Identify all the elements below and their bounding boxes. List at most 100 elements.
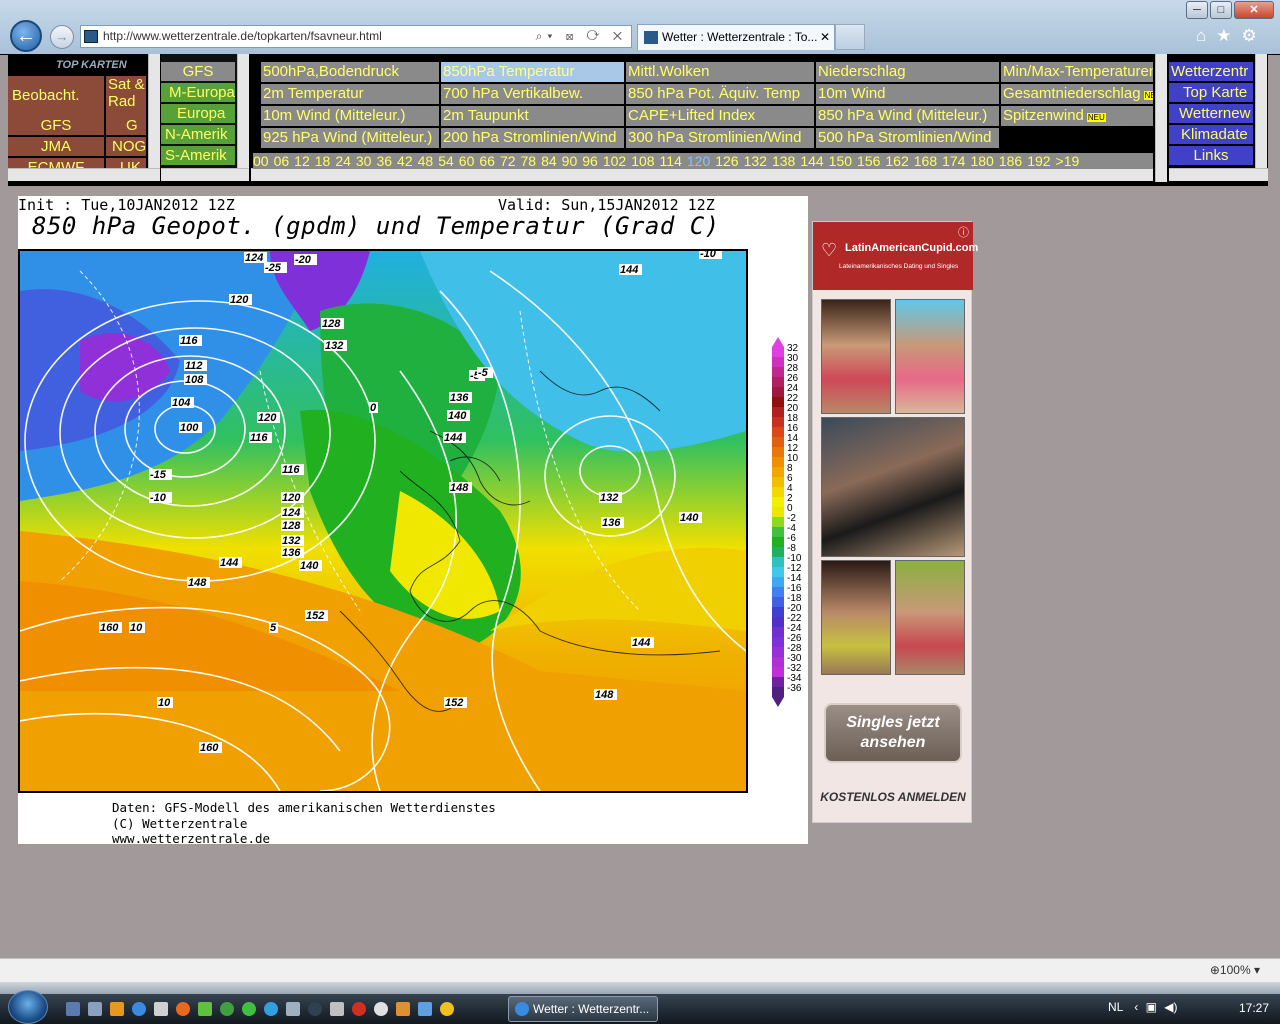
nav-frame4-hscroll[interactable] [1169,168,1268,181]
region-link-n-amerika[interactable]: N-Amerik [161,125,235,144]
map-type-link-3-1[interactable]: 200 hPa Stromlinien/Wind [441,128,624,148]
map-type-link-3-3[interactable]: 500 hPa Stromlinien/Wind [816,128,999,148]
app-icon-8[interactable] [396,1002,410,1016]
forecast-hour-link[interactable]: 12 [294,153,310,169]
forecast-hour-link[interactable]: 138 [772,153,795,169]
app-icon-9[interactable] [418,1002,432,1016]
new-tab-button[interactable] [835,24,865,50]
home-icon[interactable]: ⌂ [1196,26,1216,45]
forecast-hour-link[interactable]: 102 [603,153,626,169]
forecast-hour-link[interactable]: 06 [274,153,290,169]
nav-frame3-scrollbar[interactable] [1155,54,1167,182]
app-icon-5[interactable] [330,1002,344,1016]
forecast-hour-link[interactable]: 36 [376,153,392,169]
forecast-hour-link[interactable]: 120 [687,153,710,169]
region-link-s-amerika[interactable]: S-Amerik [161,146,235,165]
forecast-hour-link[interactable]: 168 [914,153,937,169]
app-icon-7[interactable] [374,1002,388,1016]
ad-info-icon[interactable]: ⓘ [958,224,969,240]
network-icon[interactable]: ▣ [1146,1000,1157,1014]
map-type-link-0-4[interactable]: Min/Max-Temperaturen [1001,62,1153,82]
taskbar-item-browser[interactable]: Wetter : Wetterzentr... [508,996,658,1022]
forecast-hour-link[interactable]: 72 [500,153,516,169]
singles-ansehen-button[interactable]: Singles jetzt ansehen [824,703,962,763]
tab-close-icon[interactable]: ✕ [820,25,830,49]
close-window-button[interactable]: ✕ [1234,1,1274,19]
region-link-m-europa[interactable]: M-Europa [161,83,235,102]
forecast-hour-link[interactable]: 00 [253,153,269,169]
forecast-hour-link[interactable]: 144 [800,153,823,169]
nav-link-ecmwf[interactable]: ECMWF [8,158,104,168]
maximize-button[interactable]: □ [1210,1,1232,19]
ad-photo-2[interactable] [895,299,965,414]
forecast-hour-link[interactable]: 114 [660,153,682,169]
site-link-klimadaten[interactable]: Klimadate [1169,125,1253,144]
address-bar[interactable]: http://www.wetterzentrale.de/topkarten/f… [80,25,632,48]
forecast-hour-link[interactable]: 90 [562,153,578,169]
map-type-link-2-1[interactable]: 2m Taupunkt [441,106,624,126]
forecast-hour-link[interactable]: >19 [1056,153,1080,169]
forecast-hour-link[interactable]: 96 [582,153,598,169]
favorites-icon[interactable]: ★ [1216,26,1241,45]
forecast-hour-link[interactable]: 42 [397,153,413,169]
nav-link-jma[interactable]: JMA [8,137,104,156]
site-link-wetternews[interactable]: Wetternew [1169,104,1253,123]
forecast-hour-link[interactable]: 30 [356,153,372,169]
map-type-link-2-2[interactable]: CAPE+Lifted Index [626,106,814,126]
nav-frame2-scrollbar[interactable] [237,54,249,168]
internet-explorer-icon[interactable] [132,1002,146,1016]
utorrent-icon[interactable] [220,1002,234,1016]
app-icon-2[interactable] [242,1002,256,1016]
forecast-hour-link[interactable]: 66 [479,153,495,169]
map-type-link-0-0[interactable]: 500hPa,Bodendruck [261,62,439,82]
nav-frame3-hscroll[interactable] [251,168,1153,181]
firefox-icon[interactable] [176,1002,190,1016]
forecast-hour-link[interactable]: 78 [521,153,537,169]
forecast-hour-link[interactable]: 60 [459,153,475,169]
map-type-link-0-2[interactable]: Mittl.Wolken [626,62,814,82]
tools-icon[interactable]: ⚙ [1242,26,1267,45]
nav-link-noaa[interactable]: NOG [106,137,146,156]
app-icon-6[interactable] [352,1002,366,1016]
forecast-hour-link[interactable]: 192 [1027,153,1050,169]
kostenlos-anmelden-link[interactable]: KOSTENLOS ANMELDEN [813,790,973,804]
language-indicator[interactable]: NL [1108,1000,1123,1014]
zoom-level[interactable]: ⊕100% ▾ [1210,963,1260,977]
clock[interactable]: 17:27 [1239,1001,1269,1015]
map-type-link-0-3[interactable]: Niederschlag [816,62,999,82]
ad-photo-3[interactable] [821,417,965,557]
forecast-hour-link[interactable]: 84 [541,153,557,169]
nav-link-ukmo[interactable]: UK [106,158,146,168]
site-link-wetterzentrale[interactable]: Wetterzentr [1169,62,1253,81]
smiley-icon[interactable] [440,1002,454,1016]
nav-link-beobacht[interactable]: Beobacht. [8,76,104,116]
map-type-link-1-0[interactable]: 2m Temperatur [261,84,439,104]
map-type-link-2-3[interactable]: 850 hPa Wind (Mitteleur.) [816,106,999,126]
back-button[interactable]: ← [10,20,42,52]
switch-windows-icon[interactable] [88,1002,102,1016]
forecast-hour-link[interactable]: 108 [631,153,654,169]
nav-frame4-scrollbar[interactable] [1255,54,1267,168]
minimize-button[interactable]: ─ [1186,1,1208,19]
site-link-top-karten[interactable]: Top Karte [1169,83,1253,102]
forecast-hour-link[interactable]: 126 [715,153,738,169]
skype-icon[interactable] [264,1002,278,1016]
map-type-link-0-1[interactable]: 850hPa Temperatur [441,62,624,82]
map-type-link-3-0[interactable]: 925 hPa Wind (Mitteleur.) [261,128,439,148]
address-bar-icons[interactable]: ⌕▾ ⊠ ⟳ ✕ [536,26,627,47]
forward-button[interactable]: → [50,25,74,49]
forecast-hour-link[interactable]: 48 [418,153,434,169]
forecast-hour-link[interactable]: 132 [744,153,767,169]
volume-icon[interactable]: ◀) [1164,1000,1177,1014]
map-type-link-2-0[interactable]: 10m Wind (Mitteleur.) [261,106,439,126]
tray-chevron-icon[interactable]: ‹ [1134,1000,1138,1014]
dating-advertisement[interactable]: ⓘ ♡ LatinAmericanCupid.com Lateinamerika… [812,221,978,823]
forecast-hour-link[interactable]: 150 [829,153,852,169]
forecast-hour-link[interactable]: 54 [438,153,454,169]
app-icon-3[interactable] [286,1002,300,1016]
region-link-europa[interactable]: Europa [161,104,235,123]
forecast-hour-link[interactable]: 186 [999,153,1022,169]
nav-link-g[interactable]: G [106,116,146,135]
map-type-link-1-1[interactable]: 700 hPa Vertikalbew. [441,84,624,104]
app-icon-4[interactable] [308,1002,322,1016]
